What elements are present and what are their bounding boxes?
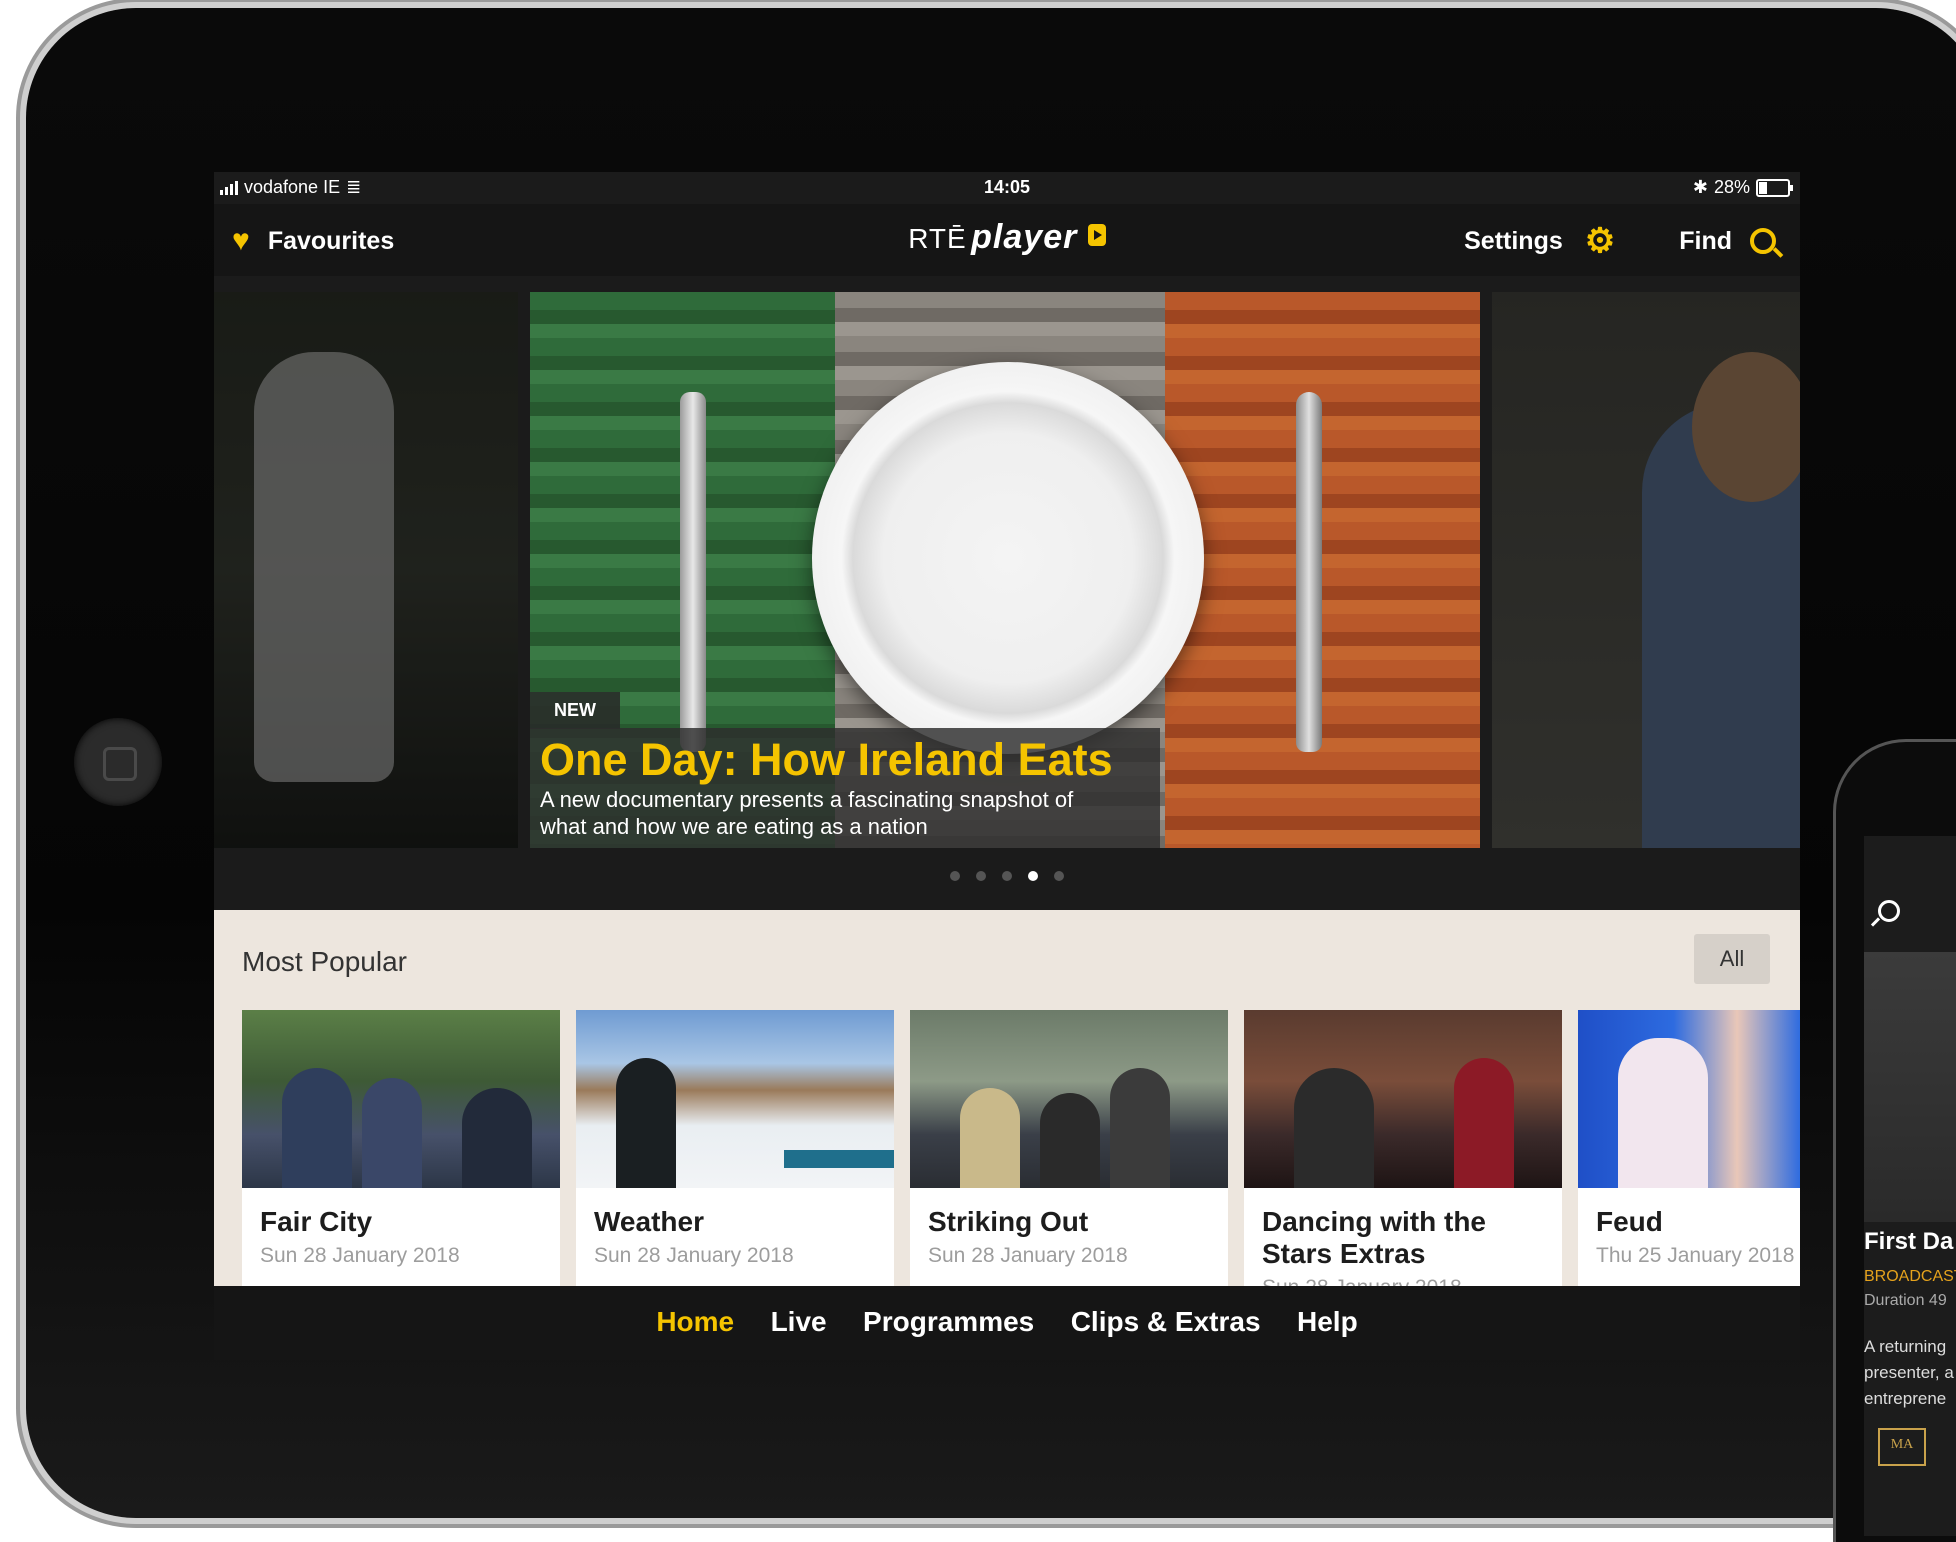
- gear-icon[interactable]: ⚙: [1585, 224, 1615, 258]
- tab-clips-extras[interactable]: Clips & Extras: [1071, 1306, 1261, 1338]
- card-title: Feud: [1596, 1206, 1663, 1237]
- home-button-icon: [103, 747, 137, 781]
- card-date: Sun 28 January 2018: [260, 1244, 460, 1267]
- search-icon[interactable]: [1750, 228, 1776, 254]
- all-button[interactable]: All: [1694, 934, 1770, 984]
- card-thumbnail: [910, 1010, 1228, 1188]
- card-date: Thu 25 January 2018: [1596, 1244, 1795, 1267]
- bluetooth-icon: ✱: [1692, 177, 1708, 197]
- fork-image: [680, 392, 706, 752]
- carousel-dot[interactable]: [976, 871, 986, 881]
- card-date: Sun 28 January 2018: [928, 1244, 1128, 1267]
- orange-wood-stripe: [1165, 292, 1480, 848]
- card-title: Striking Out: [928, 1206, 1089, 1237]
- programme-card[interactable]: Feud Thu 25 January 2018: [1578, 1010, 1800, 1286]
- carousel-dot[interactable]: [1002, 871, 1012, 881]
- rating-badge: MA: [1878, 1428, 1926, 1466]
- card-date: Sun 28 January 2018: [594, 1244, 794, 1267]
- phone-broadcast-label: BROADCAST: [1864, 1268, 1956, 1285]
- phone-description-line: entreprene: [1864, 1389, 1947, 1408]
- hero-description-line2: what and how we are eating as a nation: [540, 814, 928, 839]
- carousel-slide-current[interactable]: NEW One Day: How Ireland Eats A new docu…: [530, 292, 1480, 848]
- hero-title[interactable]: One Day: How Ireland Eats: [540, 734, 1150, 786]
- phone-duration: Duration 49: [1864, 1292, 1947, 1309]
- programme-card[interactable]: Dancing with the Stars Extras Sun 28 Jan…: [1244, 1010, 1562, 1286]
- status-bar: vodafone IE ≣ 14:05 ✱ 28%: [214, 172, 1800, 204]
- hero-carousel[interactable]: NEW One Day: How Ireland Eats A new docu…: [214, 292, 1800, 848]
- card-date: Sun 28 January 2018: [1262, 1276, 1562, 1286]
- knife-image: [1296, 392, 1322, 752]
- phone-description-line: presenter, a: [1864, 1363, 1954, 1382]
- battery-icon: [1756, 178, 1793, 197]
- new-badge: NEW: [530, 692, 620, 729]
- section-title: Most Popular: [242, 946, 407, 977]
- programme-card[interactable]: Striking Out Sun 28 January 2018: [910, 1010, 1228, 1286]
- search-icon[interactable]: [1878, 900, 1900, 922]
- programme-card[interactable]: Fair City Sun 28 January 2018: [242, 1010, 560, 1286]
- carousel-page-dots[interactable]: [214, 868, 1800, 886]
- card-thumbnail: [1578, 1010, 1800, 1188]
- plate-image: [812, 362, 1204, 754]
- settings-button[interactable]: Settings: [1464, 227, 1563, 256]
- carousel-slide-previous[interactable]: [214, 292, 518, 848]
- card-title: Fair City: [260, 1206, 373, 1237]
- hero-description-line1: A new documentary presents a fascinating…: [540, 787, 1074, 812]
- card-thumbnail: [576, 1010, 894, 1188]
- logo-rte: RTĒ: [908, 223, 967, 254]
- clock: 14:05: [983, 177, 1031, 197]
- home-button[interactable]: [74, 718, 162, 806]
- top-nav: ♥ Favourites RTĒ player Settings ⚙ Find: [214, 204, 1800, 276]
- card-thumbnail: [1244, 1010, 1562, 1188]
- phone-description-line: A returning: [1864, 1337, 1947, 1356]
- officer-image: [1642, 402, 1800, 848]
- phone-description: A returning presenter, a entreprene: [1864, 1334, 1954, 1412]
- carousel-dot[interactable]: [1054, 871, 1064, 881]
- card-title: Dancing with the Stars Extras: [1262, 1206, 1486, 1269]
- tab-help[interactable]: Help: [1297, 1306, 1358, 1338]
- hero-caption: One Day: How Ireland Eats A new document…: [530, 728, 1160, 848]
- carousel-slide-next[interactable]: [1492, 292, 1800, 848]
- carousel-dot[interactable]: [950, 871, 960, 881]
- card-thumbnail: [242, 1010, 560, 1188]
- phone-programme-image: [1864, 952, 1956, 1222]
- tab-programmes[interactable]: Programmes: [863, 1306, 1034, 1338]
- officer-head-image: [1692, 352, 1800, 502]
- footballer-image: [254, 352, 394, 782]
- most-popular-section: Most Popular All Fair City Sun 28 Januar…: [214, 910, 1800, 1286]
- battery-percent: 28%: [1713, 177, 1750, 197]
- card-row[interactable]: Fair City Sun 28 January 2018 Weather Su…: [242, 1010, 1800, 1286]
- carousel-dot[interactable]: [1028, 871, 1038, 881]
- bottom-tab-bar: Home Live Programmes Clips & Extras Help: [214, 1286, 1800, 1360]
- card-title: Weather: [594, 1206, 704, 1237]
- tab-live[interactable]: Live: [771, 1306, 827, 1338]
- app-screen: vodafone IE ≣ 14:05 ✱ 28% ♥ Favourites R…: [214, 172, 1800, 1360]
- tab-home[interactable]: Home: [656, 1306, 734, 1338]
- phone-programme-title: First Da: [1864, 1228, 1954, 1255]
- find-button[interactable]: Find: [1679, 227, 1732, 256]
- play-logo-icon: [1087, 224, 1106, 246]
- programme-card[interactable]: Weather Sun 28 January 2018: [576, 1010, 894, 1286]
- logo-player: player: [971, 218, 1078, 256]
- phone-screen: First Da BROADCAST Duration 49 A returni…: [1864, 836, 1956, 1536]
